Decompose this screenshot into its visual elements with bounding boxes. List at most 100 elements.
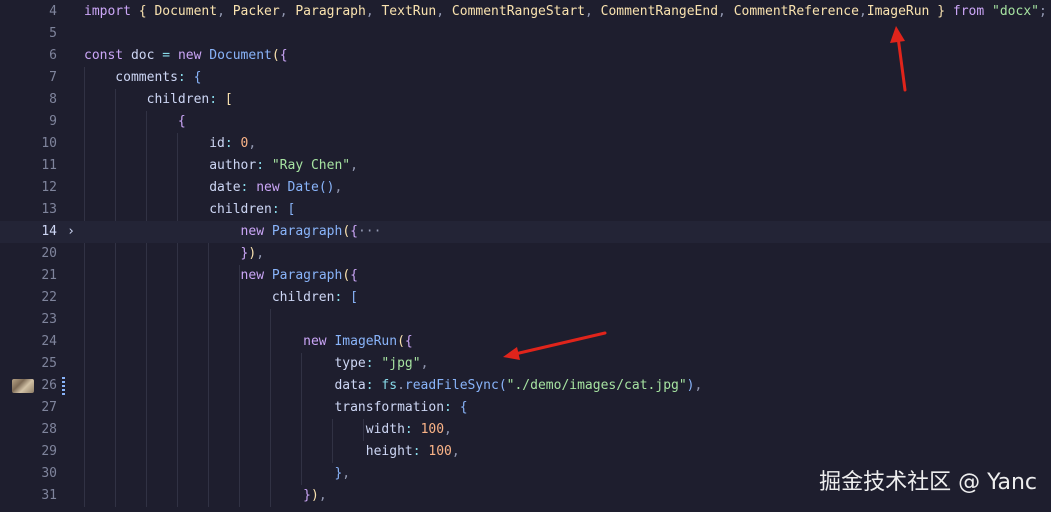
code-token: fs [381, 378, 398, 393]
code-line[interactable]: 11 author: "Ray Chen", [0, 155, 1051, 177]
code-token: , [279, 4, 288, 19]
code-token: type [84, 356, 366, 371]
code-token: ( [342, 268, 351, 283]
code-token: id [84, 136, 225, 151]
code-text: transformation: { [84, 397, 468, 419]
code-token: : [365, 378, 374, 393]
code-line[interactable]: 13 children: [ [0, 199, 1051, 221]
code-line[interactable]: 9 { [0, 111, 1051, 133]
code-token: 100 [428, 444, 452, 459]
code-token: ; [1038, 4, 1047, 19]
code-text: new ImageRun({ [84, 331, 413, 353]
code-text: }), [84, 485, 327, 507]
code-line[interactable]: 10 id: 0, [0, 133, 1051, 155]
code-token: ( [397, 334, 405, 349]
code-token: new [177, 48, 202, 63]
code-text: new Paragraph({ [84, 265, 358, 287]
code-token: : [209, 92, 218, 107]
code-token: , [318, 488, 327, 503]
code-line[interactable]: 20 }), [0, 243, 1051, 265]
code-token: , [444, 422, 452, 437]
code-line[interactable]: 27 transformation: { [0, 397, 1051, 419]
code-editor[interactable]: 4 import { Document, Packer, Paragraph, T… [0, 0, 1051, 512]
code-token: const [84, 48, 124, 63]
code-token: [ [350, 290, 358, 305]
fold-chevron-icon[interactable]: › [65, 221, 77, 243]
code-token: ··· [357, 224, 382, 239]
code-text: author: "Ray Chen", [84, 155, 358, 177]
line-number: 14 [41, 224, 57, 239]
code-token: children [84, 202, 272, 217]
code-line[interactable]: 5 [0, 23, 1051, 45]
code-line[interactable]: 7 comments: { [0, 67, 1051, 89]
code-token: from [952, 4, 985, 19]
code-text: const doc = new Document({ [84, 45, 288, 67]
code-line[interactable]: 23 [0, 309, 1051, 331]
code-token: height [84, 444, 413, 459]
code-token: { [177, 114, 186, 129]
image-preview-thumbnail[interactable] [12, 379, 34, 393]
line-number: 22 [41, 290, 57, 305]
code-line[interactable]: 21 new Paragraph({ [0, 265, 1051, 287]
code-line[interactable]: 14 › new Paragraph({··· [0, 221, 1051, 243]
code-token: { [459, 400, 468, 415]
code-token: CommentRangeEnd [600, 4, 719, 19]
code-token: author [84, 158, 257, 173]
code-text: }), [84, 243, 264, 265]
code-token: width [84, 422, 405, 437]
code-line[interactable]: 28 width: 100, [0, 419, 1051, 441]
code-token: import [84, 4, 131, 19]
code-token: ) [686, 378, 695, 393]
code-text: new Paragraph({··· [84, 221, 382, 243]
code-token: , [365, 4, 374, 19]
code-token: ) [310, 488, 319, 503]
code-line[interactable]: 22 children: [ [0, 287, 1051, 309]
code-text: width: 100, [84, 419, 452, 441]
code-line[interactable]: 25 type: "jpg", [0, 353, 1051, 375]
line-number: 8 [49, 92, 57, 107]
line-number: 31 [41, 488, 57, 503]
code-text: children: [ [84, 199, 295, 221]
line-number: 7 [49, 70, 57, 85]
code-token: data [84, 378, 366, 393]
line-number: 10 [41, 136, 57, 151]
code-line[interactable]: 8 children: [ [0, 89, 1051, 111]
code-token: Paragraph [271, 224, 343, 239]
code-token: . [397, 378, 405, 393]
code-line[interactable]: 4 import { Document, Packer, Paragraph, T… [0, 1, 1051, 23]
code-token: ( [271, 48, 280, 63]
line-number: 4 [49, 4, 57, 19]
code-token: Document [154, 4, 218, 19]
code-token: , [342, 466, 351, 481]
line-number: 27 [41, 400, 57, 415]
code-token: { [404, 334, 413, 349]
code-line[interactable]: 24 new ImageRun({ [0, 331, 1051, 353]
code-line[interactable]: 26 data: fs.readFileSync("./demo/images/… [0, 375, 1051, 397]
watermark-text: 掘金技术社区 @ Yanc [819, 470, 1037, 495]
code-token: : [365, 356, 374, 371]
code-text: children: [ [84, 287, 358, 309]
code-line[interactable]: 12 date: new Date(), [0, 177, 1051, 199]
code-line[interactable]: 6 const doc = new Document({ [0, 45, 1051, 67]
code-text: data: fs.readFileSync("./demo/images/cat… [84, 375, 702, 397]
line-number: 12 [41, 180, 57, 195]
code-token: CommentRangeStart [451, 4, 585, 19]
code-token: = [162, 48, 171, 63]
code-line[interactable]: 29 height: 100, [0, 441, 1051, 463]
code-token: Date [287, 180, 319, 195]
code-token: children [84, 290, 335, 305]
code-token: ( [342, 224, 351, 239]
line-number: 9 [49, 114, 57, 129]
